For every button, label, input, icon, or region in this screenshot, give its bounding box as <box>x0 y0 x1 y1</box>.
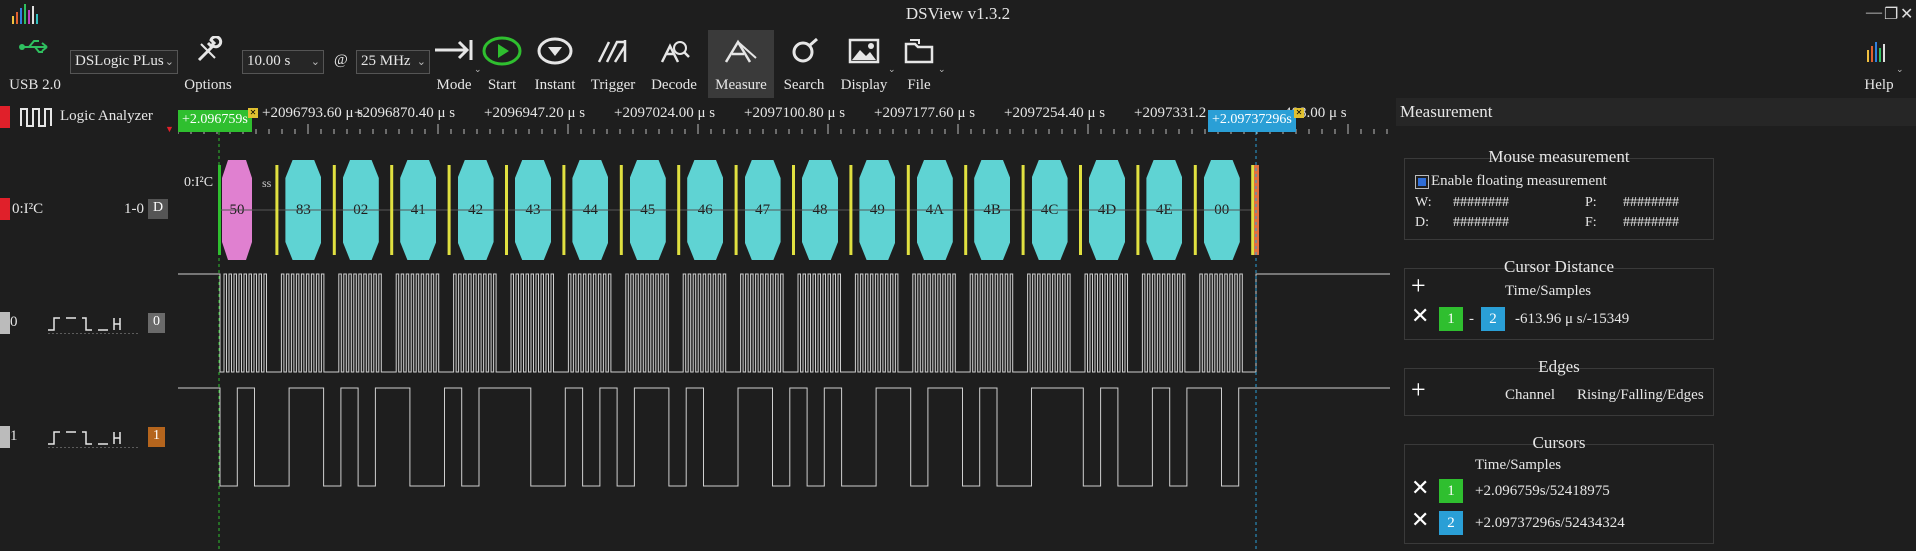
decoder-separator <box>619 165 623 255</box>
cursor-1-badge[interactable]: 1 <box>1439 479 1463 503</box>
decoder-separator <box>1021 165 1025 255</box>
p-value: ######## <box>1623 195 1679 210</box>
restore-icon[interactable]: ❐ <box>1884 4 1898 24</box>
d-value: ######## <box>1453 215 1509 230</box>
channel-1-waveform <box>178 387 1390 487</box>
help-label: Help <box>1864 77 1894 93</box>
w-value: ######## <box>1453 195 1509 210</box>
cursor-distance-header: Time/Samples <box>1505 283 1592 299</box>
chevron-down-icon: ⌄ <box>1896 64 1904 74</box>
decoder-separator <box>792 165 795 255</box>
cursors-header: Time/Samples <box>1475 457 1562 473</box>
waveform-canvas[interactable] <box>0 0 1396 551</box>
cursor-1-value: +2.096759s/52418975 <box>1475 483 1610 499</box>
channel-0-waveform <box>178 273 1390 373</box>
cursor-distance-group: Cursor Distance + Time/Samples ✕ 1 - 2 -… <box>1404 257 1714 340</box>
cursor-2-value: +2.09737296s/52434324 <box>1475 515 1625 531</box>
decoder-separator <box>275 165 279 255</box>
remove-icon[interactable]: ✕ <box>1411 303 1429 329</box>
remove-icon[interactable]: ✕ <box>1411 507 1429 533</box>
cursor-from-badge[interactable]: 1 <box>1439 307 1463 331</box>
f-value: ######## <box>1623 215 1679 230</box>
minimize-icon[interactable]: — <box>1866 4 1882 22</box>
decoder-separator <box>390 165 394 255</box>
f-label: F: <box>1585 215 1597 230</box>
add-icon[interactable]: + <box>1411 271 1426 301</box>
cursor-2-badge[interactable]: 2 <box>1439 511 1463 535</box>
add-icon[interactable]: + <box>1411 375 1426 405</box>
mouse-measurement-group: Mouse measurement Enable floating measur… <box>1404 147 1714 240</box>
decoder-separator <box>332 165 336 255</box>
cursor-from-text: 1 <box>1447 311 1455 327</box>
decoder-separator <box>849 165 853 255</box>
edges-count-header: Rising/Falling/Edges <box>1577 387 1704 403</box>
decoder-separator <box>677 165 681 255</box>
decoder-separator <box>505 165 508 255</box>
cursor-2-num: 2 <box>1447 515 1455 531</box>
mouse-measurement-title: Mouse measurement <box>1488 147 1630 166</box>
edges-channel-header: Channel <box>1505 387 1555 403</box>
d-label: D: <box>1415 215 1429 230</box>
decoder-separator <box>734 165 738 255</box>
w-label: W: <box>1415 195 1432 210</box>
measurement-panel: Measurement Mouse measurement Enable flo… <box>1396 98 1916 551</box>
decoder-separator <box>1136 165 1140 255</box>
decoder-separator <box>447 165 451 255</box>
p-label: P: <box>1585 195 1597 210</box>
cursor-1-num: 1 <box>1447 483 1455 499</box>
decoder-separator <box>906 165 910 255</box>
edges-title: Edges <box>1538 357 1580 376</box>
decoder-separator <box>562 165 566 255</box>
decoder-separator <box>1079 165 1082 255</box>
cursors-group: Cursors Time/Samples ✕ 1 +2.096759s/5241… <box>1404 433 1714 544</box>
close-icon[interactable]: ✕ <box>1900 4 1913 24</box>
cursor-dash: - <box>1469 311 1474 327</box>
help-logo-icon <box>1867 42 1885 62</box>
cursor-distance-title: Cursor Distance <box>1503 257 1614 276</box>
edges-group: Edges + Channel Rising/Falling/Edges <box>1404 357 1714 416</box>
floating-measurement-label: Enable floating measurement <box>1431 173 1607 189</box>
cursors-title: Cursors <box>1532 433 1586 452</box>
cursor-to-text: 2 <box>1489 311 1497 327</box>
decoder-separator <box>1251 165 1255 255</box>
floating-measurement-checkbox[interactable] <box>1415 175 1429 189</box>
decoder-separator <box>964 165 968 255</box>
panel-title: Measurement <box>1396 98 1916 126</box>
cursor-distance-value: -613.96 μ s/-15349 <box>1515 311 1630 327</box>
cursor-to-badge[interactable]: 2 <box>1481 307 1505 331</box>
remove-icon[interactable]: ✕ <box>1411 475 1429 501</box>
decoder-separator <box>1193 165 1197 255</box>
